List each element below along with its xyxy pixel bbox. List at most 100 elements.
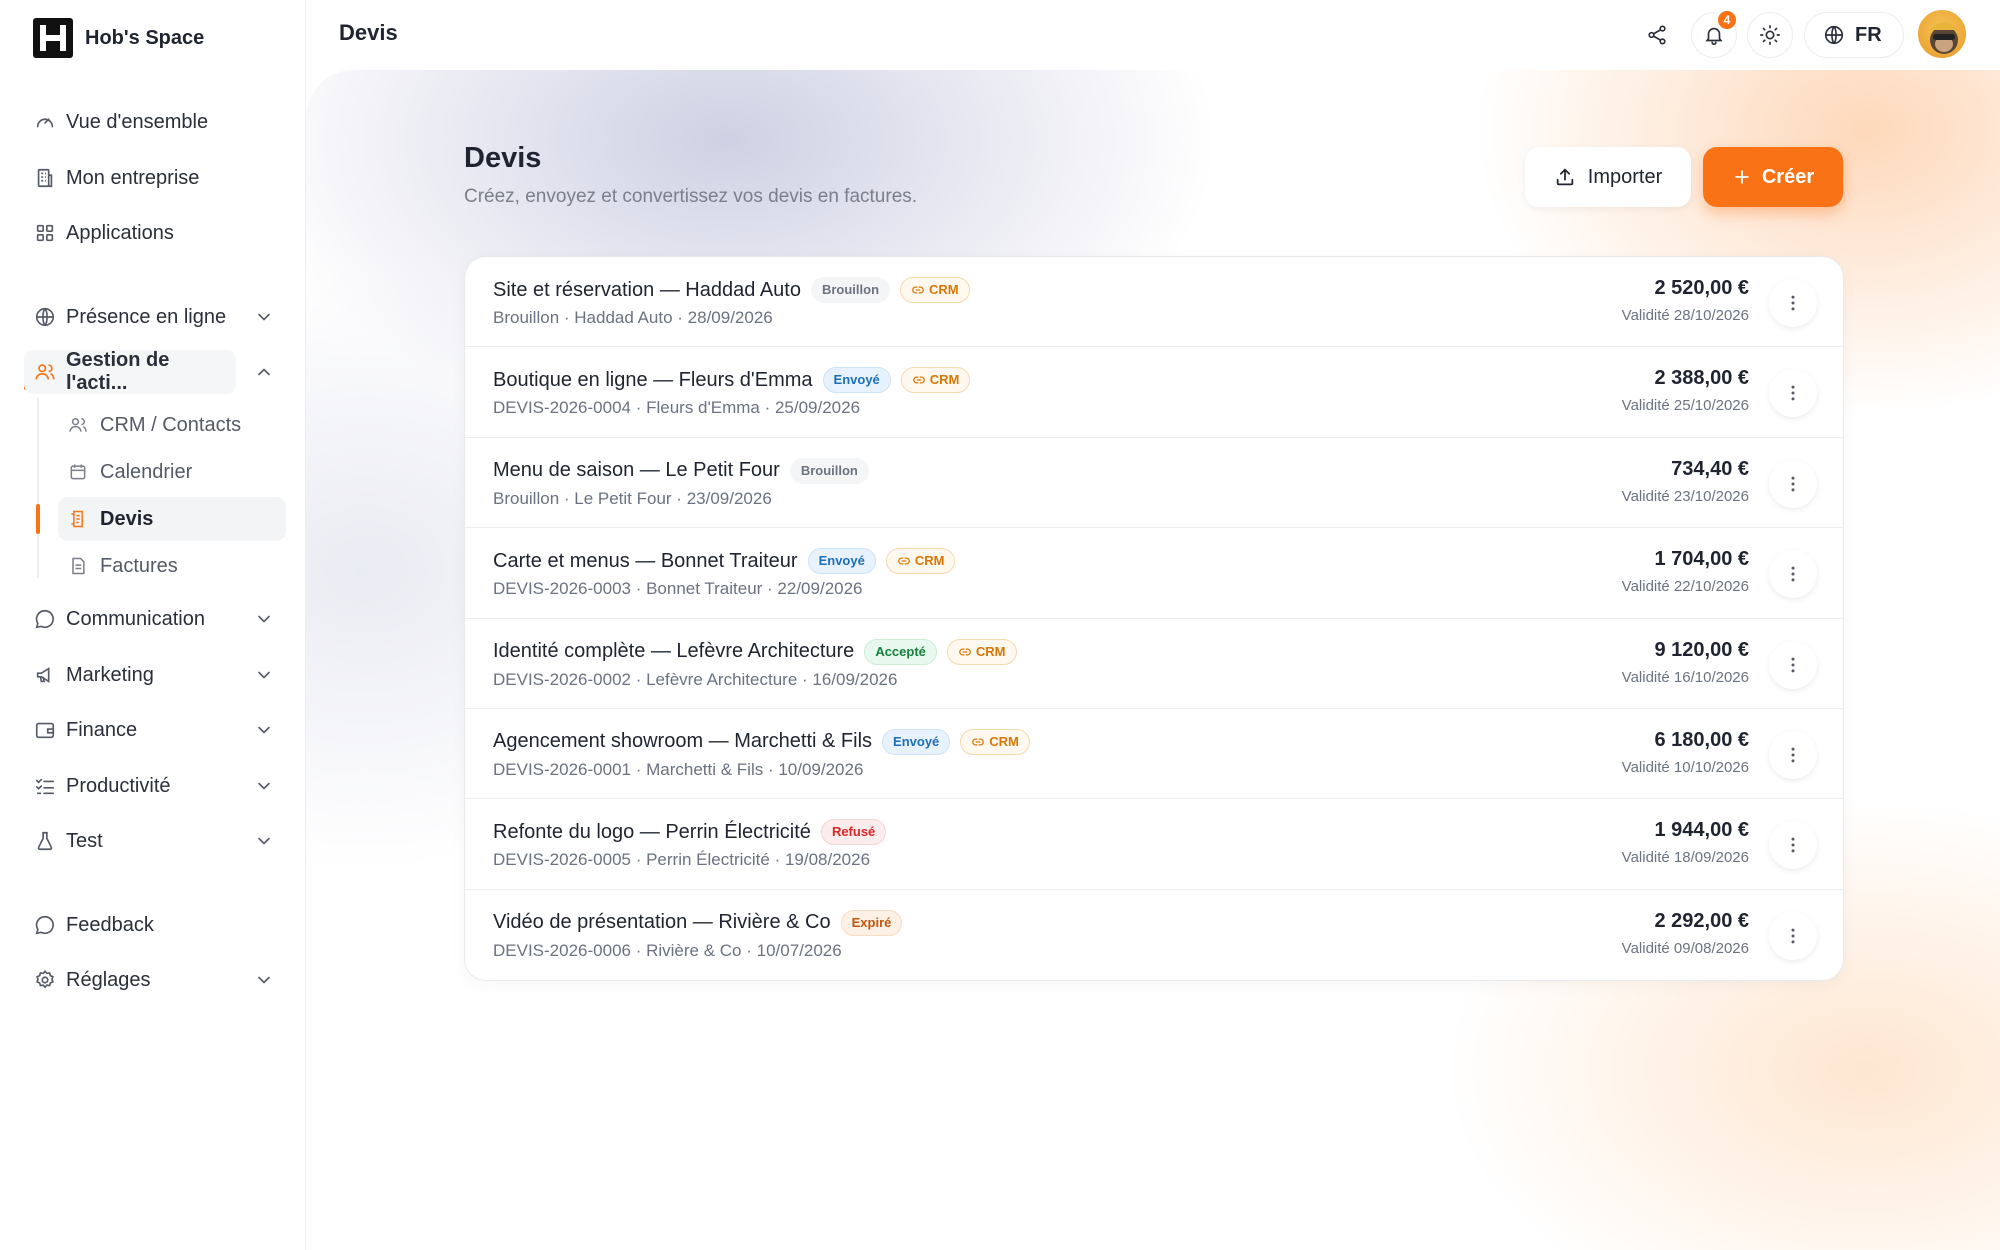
- page-title: Devis: [464, 142, 542, 174]
- sidebar-subitem-crm-contacts[interactable]: CRM / Contacts: [58, 403, 251, 447]
- quote-meta: Brouillon · Haddad Auto · 28/09/2026: [493, 308, 773, 327]
- gear-icon: [36, 970, 54, 989]
- quote-row[interactable]: Agencement showroom — Marchetti & Fils E…: [465, 709, 1843, 800]
- more-vertical-icon: [1791, 928, 1795, 944]
- more-vertical-icon: [1791, 386, 1795, 401]
- row-actions-button[interactable]: [1769, 459, 1817, 508]
- crm-badge[interactable]: CRM: [885, 548, 956, 575]
- quote-row[interactable]: Site et réservation — Haddad Auto Brouil…: [465, 257, 1843, 348]
- chevron-up-icon[interactable]: [254, 362, 274, 382]
- chevron-down-icon[interactable]: [254, 831, 274, 851]
- import-button[interactable]: Importer: [1525, 147, 1691, 207]
- quote-meta: DEVIS-2026-0002 · Lefèvre Architecture ·…: [493, 669, 898, 689]
- sidebar-item-label: Communication: [66, 607, 205, 630]
- share-icon: [1648, 25, 1666, 45]
- sidebar-group-business-management[interactable]: Gestion de l'acti...: [24, 349, 236, 394]
- brand[interactable]: Hob's Space: [33, 18, 204, 58]
- quote-amount: 2 520,00 €: [1654, 277, 1749, 299]
- quote-row[interactable]: Carte et menus — Bonnet Traiteur Envoyé …: [465, 528, 1843, 619]
- status-badge: Envoyé: [807, 548, 876, 575]
- sidebar-subitem-invoices[interactable]: Factures: [58, 544, 188, 588]
- sidebar-group-settings[interactable]: Réglages: [24, 958, 284, 1002]
- sidebar-item-company[interactable]: Mon entreprise: [24, 156, 209, 200]
- sidebar-group-marketing[interactable]: Marketing: [24, 653, 284, 697]
- status-badge: Expiré: [840, 909, 903, 936]
- row-actions-button[interactable]: [1769, 821, 1817, 870]
- quote-title-line: Agencement showroom — Marchetti & Fils E…: [493, 728, 1030, 755]
- upload-icon: [1556, 168, 1573, 186]
- sidebar-subitem-calendar[interactable]: Calendrier: [58, 450, 202, 494]
- status-badge: Brouillon: [810, 277, 891, 303]
- sidebar-item-applications[interactable]: Applications: [24, 211, 184, 255]
- topbar: Devis 4 FR: [306, 0, 2000, 70]
- chevron-down-icon[interactable]: [254, 307, 274, 327]
- quote-row[interactable]: Identité complète — Lefèvre Architecture…: [465, 619, 1843, 709]
- quote-title-line: Vidéo de présentation — Rivière & Co Exp…: [493, 909, 903, 936]
- quote-title: Boutique en ligne — Fleurs d'Emma: [493, 368, 813, 391]
- chevron-down-icon[interactable]: [254, 776, 274, 796]
- status-badge: Envoyé: [882, 728, 951, 755]
- row-actions-button[interactable]: [1769, 550, 1817, 599]
- import-button-label: Importer: [1587, 165, 1663, 188]
- row-actions-button[interactable]: [1769, 911, 1817, 960]
- status-badge: Refusé: [820, 819, 887, 846]
- quote-meta: DEVIS-2026-0004 · Fleurs d'Emma · 25/09/…: [493, 398, 861, 418]
- quote-validity: Validité 28/10/2026: [1621, 307, 1749, 324]
- quote-row[interactable]: Boutique en ligne — Fleurs d'Emma Envoyé…: [465, 347, 1843, 438]
- row-actions-button[interactable]: [1769, 279, 1817, 327]
- row-actions-button[interactable]: [1769, 640, 1817, 689]
- sidebar-group-productivity[interactable]: Productivité: [24, 764, 284, 808]
- row-actions-button[interactable]: [1769, 369, 1817, 418]
- quote-validity: Validité 23/10/2026: [1621, 487, 1749, 505]
- quote-row[interactable]: Vidéo de présentation — Rivière & Co Exp…: [465, 890, 1843, 980]
- sidebar-subitem-label: Calendrier: [100, 460, 193, 483]
- avatar-illustration-icon: [1930, 22, 1958, 54]
- quote-validity: Validité 10/10/2026: [1621, 758, 1749, 776]
- sidebar-subitem-label: Factures: [100, 554, 178, 577]
- more-vertical-icon: [1791, 566, 1795, 582]
- link-icon: [912, 376, 925, 384]
- notifications-button[interactable]: 4: [1691, 9, 1738, 58]
- link-icon: [898, 557, 910, 565]
- avatar[interactable]: [1916, 8, 1968, 60]
- crm-badge[interactable]: CRM: [900, 367, 971, 394]
- chevron-down-icon[interactable]: [254, 970, 274, 990]
- sidebar-group-test[interactable]: Test: [24, 819, 284, 863]
- quote-list: Site et réservation — Haddad Auto Brouil…: [464, 256, 1844, 982]
- sidebar-item-label: Mon entreprise: [66, 166, 200, 189]
- sidebar-item-overview[interactable]: Vue d'ensemble: [24, 100, 218, 144]
- sidebar-item-feedback[interactable]: Feedback: [24, 903, 164, 947]
- quote-title-line: Boutique en ligne — Fleurs d'Emma Envoyé…: [493, 367, 971, 394]
- quote-meta: DEVIS-2026-0006 · Rivière & Co · 10/07/2…: [493, 940, 842, 960]
- crm-badge[interactable]: CRM: [900, 277, 970, 303]
- sidebar-group-online-presence[interactable]: Présence en ligne: [24, 295, 284, 339]
- status-badge: Envoyé: [822, 367, 891, 394]
- create-button[interactable]: Créer: [1703, 147, 1843, 207]
- quote-title: Site et réservation — Haddad Auto: [493, 278, 801, 301]
- chevron-down-icon[interactable]: [254, 720, 274, 740]
- sidebar-subitem-label: Devis: [100, 507, 154, 530]
- quote-title: Refonte du logo — Perrin Électricité: [493, 820, 811, 843]
- chevron-down-icon[interactable]: [254, 665, 274, 685]
- quote-row[interactable]: Refonte du logo — Perrin Électricité Ref…: [465, 799, 1843, 890]
- row-actions-button[interactable]: [1769, 730, 1817, 779]
- quote-row[interactable]: Menu de saison — Le Petit Four Brouillon…: [465, 438, 1843, 529]
- sidebar-group-communication[interactable]: Communication: [24, 597, 284, 641]
- share-button[interactable]: [1634, 12, 1680, 58]
- chevron-down-icon[interactable]: [254, 609, 274, 629]
- quote-title-line: Carte et menus — Bonnet Traiteur Envoyé …: [493, 548, 956, 575]
- sidebar-subitem-devis[interactable]: Devis: [58, 497, 286, 541]
- sidebar-group-finance[interactable]: Finance: [24, 708, 284, 752]
- crm-badge[interactable]: CRM: [960, 728, 1030, 755]
- quote-validity: Validité 25/10/2026: [1621, 397, 1749, 415]
- link-icon: [912, 286, 924, 294]
- language-selector[interactable]: FR: [1804, 12, 1904, 58]
- theme-toggle-button[interactable]: [1747, 12, 1793, 58]
- sidebar-item-label: Test: [66, 829, 103, 852]
- quote-validity: Validité 18/09/2026: [1621, 849, 1749, 867]
- quote-validity: Validité 22/10/2026: [1621, 578, 1749, 596]
- flask-icon: [37, 831, 53, 851]
- more-vertical-icon: [1791, 295, 1795, 311]
- crm-badge[interactable]: CRM: [946, 638, 1017, 665]
- quote-amount: 734,40 €: [1671, 457, 1749, 480]
